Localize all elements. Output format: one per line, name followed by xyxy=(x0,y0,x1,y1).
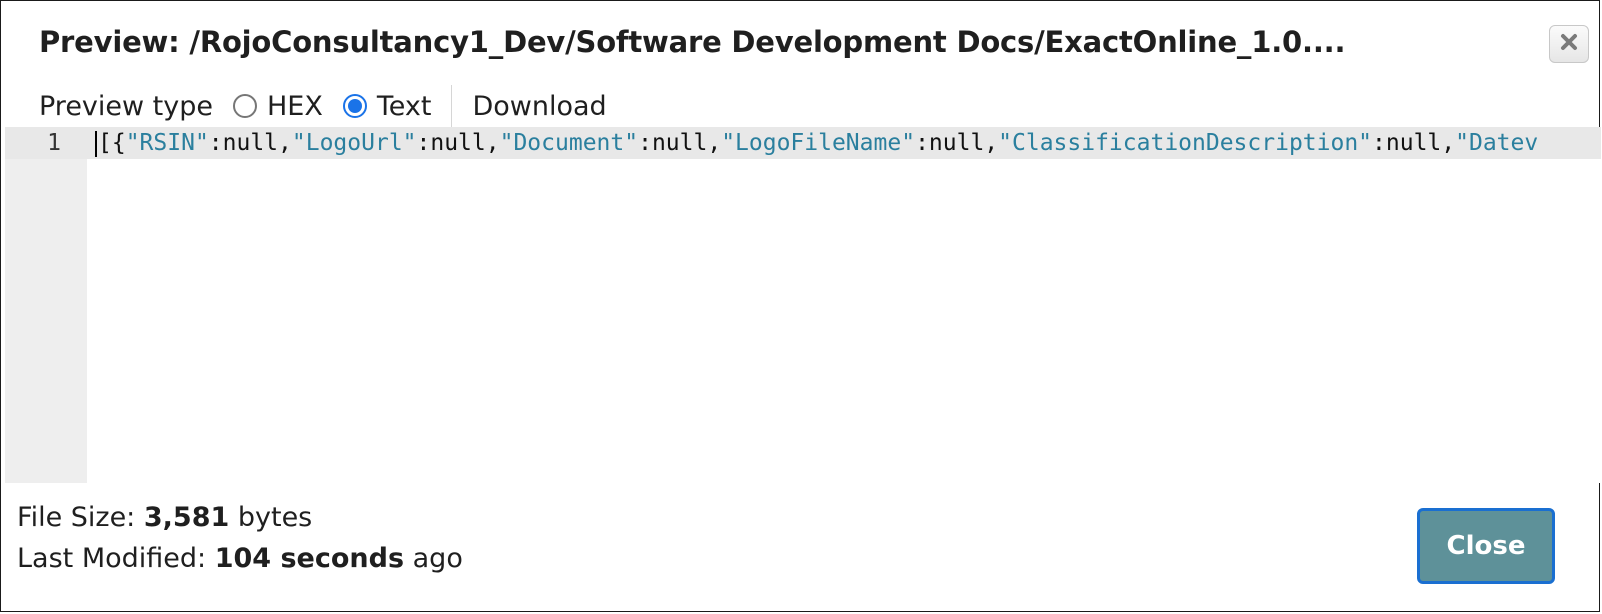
preview-type-label: Preview type xyxy=(39,90,213,122)
file-size-label: File Size: xyxy=(17,502,144,533)
json-punct-token: :null, xyxy=(416,130,500,156)
file-size-line: File Size: 3,581 bytes xyxy=(17,497,463,538)
json-punct-token: :null, xyxy=(208,130,292,156)
radio-text-circle[interactable] xyxy=(342,94,367,118)
preview-toolbar: Preview type HEX Text Download xyxy=(39,85,607,127)
preview-dialog: Preview: /RojoConsultancy1_Dev/Software … xyxy=(0,0,1601,612)
dialog-close-button[interactable] xyxy=(1549,25,1589,63)
json-key-token: "LogoFileName" xyxy=(721,130,916,156)
json-key-token: "LogoUrl" xyxy=(291,130,417,156)
radio-hex[interactable]: HEX xyxy=(233,91,323,122)
last-modified-label: Last Modified: xyxy=(17,543,215,574)
file-size-value: 3,581 xyxy=(143,502,230,533)
close-x-icon xyxy=(1560,33,1578,55)
json-punct-token: :null, xyxy=(915,130,999,156)
text-cursor xyxy=(95,130,97,157)
json-key-token: "RSIN" xyxy=(125,130,209,156)
file-info: File Size: 3,581 bytes Last Modified: 10… xyxy=(17,497,463,579)
radio-text-label: Text xyxy=(376,90,432,122)
radio-text[interactable]: Text xyxy=(342,90,432,122)
download-link[interactable]: Download xyxy=(472,91,606,122)
radio-hex-circle[interactable] xyxy=(233,94,257,118)
json-punct-token: :null, xyxy=(638,130,722,156)
toolbar-divider xyxy=(451,85,453,127)
code-editor[interactable]: 1 [{"RSIN":null,"LogoUrl":null,"Document… xyxy=(5,127,1601,483)
json-key-token: "Datev xyxy=(1455,130,1539,156)
json-punct-token: [{ xyxy=(98,130,126,156)
line-number: 1 xyxy=(47,130,61,156)
radio-hex-label: HEX xyxy=(267,90,323,122)
last-modified-line: Last Modified: 104 seconds ago xyxy=(17,538,463,579)
code-line[interactable]: [{"RSIN":null,"LogoUrl":null,"Document":… xyxy=(95,127,1538,159)
dialog-title: Preview: /RojoConsultancy1_Dev/Software … xyxy=(39,25,1346,59)
editor-gutter xyxy=(5,127,87,483)
last-modified-suffix: ago xyxy=(404,543,463,574)
json-punct-token: :null, xyxy=(1372,130,1456,156)
json-key-token: "ClassificationDescription" xyxy=(998,130,1373,156)
file-size-unit: bytes xyxy=(229,502,313,533)
json-key-token: "Document" xyxy=(499,130,639,156)
close-button[interactable]: Close xyxy=(1417,508,1555,584)
last-modified-value: 104 seconds xyxy=(214,543,405,574)
